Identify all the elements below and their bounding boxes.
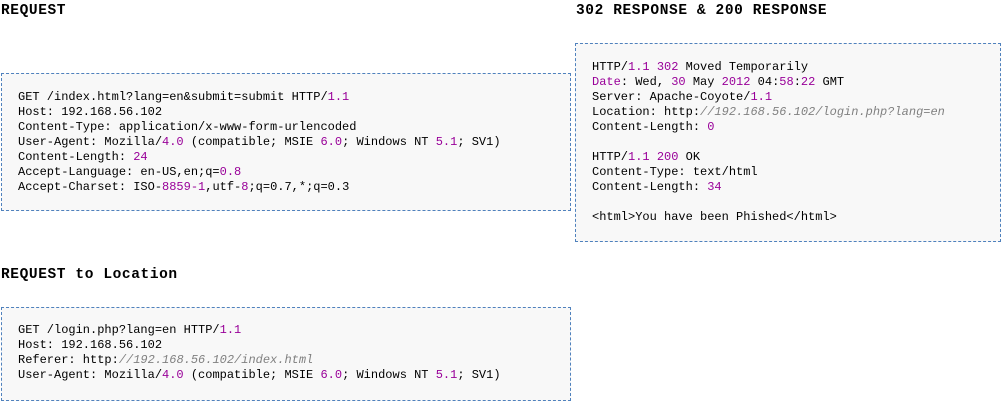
- code-number-token: 6.0: [320, 135, 343, 149]
- code-text-token: 04: [750, 75, 773, 89]
- code-number-token: 1.1: [327, 90, 350, 104]
- code-text-token: Referer: http:: [18, 353, 119, 367]
- code-line: HTTP/1.1 200 OK: [592, 150, 1000, 165]
- code-text-token: ; Windows NT: [342, 135, 436, 149]
- code-line: User-Agent: Mozilla/4.0 (compatible; MSI…: [18, 135, 570, 150]
- code-text-token: GMT: [815, 75, 845, 89]
- code-line: Content-Length: 0: [592, 120, 1000, 135]
- code-number-token: 1.1: [628, 150, 650, 164]
- code-text-token: (compatible; MSIE: [183, 135, 321, 149]
- code-line: GET /index.html?lang=en&submit=submit HT…: [18, 90, 570, 105]
- code-text-token: Host: 192.168.56.102: [18, 105, 163, 119]
- code-number-token: 34: [707, 180, 722, 194]
- code-text-token: Content-Length:: [592, 120, 708, 134]
- code-text-token: Content-Type: application/x-www-form-url…: [18, 120, 357, 134]
- code-text-token: ; SV1): [457, 368, 501, 382]
- code-line: Content-Type: text/html: [592, 165, 1000, 180]
- code-number-token: 0: [707, 120, 715, 134]
- code-text-token: ; Windows NT: [342, 368, 436, 382]
- code-line: Content-Type: application/x-www-form-url…: [18, 120, 570, 135]
- location-request-heading: REQUEST to Location: [1, 267, 178, 283]
- code-number-token: 1.1: [750, 90, 773, 104]
- code-line: <html>You have been Phished</html>: [592, 210, 1000, 225]
- code-text-token: (compatible; MSIE: [183, 368, 321, 382]
- code-line: Accept-Language: en-US,en;q=0.8: [18, 165, 570, 180]
- code-line: Server: Apache-Coyote/1.1: [592, 90, 1000, 105]
- code-text-token: Location: http:: [592, 105, 701, 119]
- code-number-token: Date: [592, 75, 621, 89]
- code-text-token: ; SV1): [457, 135, 501, 149]
- response-heading: 302 RESPONSE & 200 RESPONSE: [576, 3, 828, 19]
- request-code-block: GET /index.html?lang=en&submit=submit HT…: [1, 73, 571, 211]
- code-text-token: : Wed,: [620, 75, 672, 89]
- code-number-token: 58: [779, 75, 794, 89]
- code-comment-token: //192.168.56.102/index.html: [118, 353, 314, 367]
- code-number-token: 4.0: [162, 368, 184, 382]
- code-line: Host: 192.168.56.102: [18, 338, 570, 353]
- code-text-token: Content-Length:: [18, 150, 134, 164]
- response-code-block: HTTP/1.1 302 Moved Temporarily Date: Wed,…: [575, 43, 1001, 242]
- code-line: GET /login.php?lang=en HTTP/1.1: [18, 323, 570, 338]
- code-line: Content-Length: 24: [18, 150, 570, 165]
- code-number-token: 1.1: [628, 60, 650, 74]
- code-text-token: ,utf-: [205, 180, 242, 194]
- code-number-token: 24: [133, 150, 148, 164]
- code-line: User-Agent: Mozilla/4.0 (compatible; MSI…: [18, 368, 570, 383]
- code-number-token: 200: [656, 150, 679, 164]
- code-number-token: 2012: [721, 75, 751, 89]
- code-number-token: 302: [656, 60, 679, 74]
- code-number-token: 5.1: [435, 368, 458, 382]
- code-text-token: Accept-Language: en-US,en;q=: [18, 165, 220, 179]
- code-number-token: 0.8: [219, 165, 242, 179]
- code-text-token: <html>You have been Phished</html>: [592, 210, 837, 224]
- code-line: Content-Length: 34: [592, 180, 1000, 195]
- code-text-token: ;q=0.7,*;q=0.3: [248, 180, 350, 194]
- code-number-token: 5.1: [435, 135, 458, 149]
- code-line: HTTP/1.1 302 Moved Temporarily: [592, 60, 1000, 75]
- code-text-token: HTTP/: [592, 60, 629, 74]
- code-line: Date: Wed, 30 May 2012 04:58:22 GMT: [592, 75, 1000, 90]
- code-line: Accept-Charset: ISO-8859-1,utf-8;q=0.7,*…: [18, 180, 570, 195]
- location-request-code-block: GET /login.php?lang=en HTTP/1.1 Host: 192…: [1, 307, 571, 401]
- code-text-token: Accept-Charset: ISO-: [18, 180, 163, 194]
- code-number-token: 4.0: [162, 135, 184, 149]
- code-number-token: 22: [800, 75, 816, 89]
- code-text-token: Moved Temporarily: [678, 60, 809, 74]
- code-text-token: User-Agent: Mozilla/: [18, 135, 163, 149]
- code-text-token: :: [793, 75, 801, 89]
- code-comment-token: //192.168.56.102/login.php?lang=en: [700, 105, 945, 119]
- code-text-token: OK: [678, 150, 701, 164]
- code-text-token: HTTP/: [592, 150, 629, 164]
- code-text-token: Content-Type: text/html: [592, 165, 758, 179]
- code-text-token: User-Agent: Mozilla/: [18, 368, 163, 382]
- code-text-token: Server: Apache-Coyote/: [592, 90, 751, 104]
- code-line: Host: 192.168.56.102: [18, 105, 570, 120]
- code-text-token: GET /login.php?lang=en HTTP/: [18, 323, 220, 337]
- code-line: Location: http://192.168.56.102/login.ph…: [592, 105, 1000, 120]
- code-text-token: Content-Length:: [592, 180, 708, 194]
- code-number-token: 8859-1: [162, 180, 206, 194]
- request-heading: REQUEST: [1, 3, 67, 19]
- code-text-token: GET /index.html?lang=en&submit=submit HT…: [18, 90, 328, 104]
- code-text-token: Host: 192.168.56.102: [18, 338, 163, 352]
- code-number-token: 30: [671, 75, 686, 89]
- code-line: Referer: http://192.168.56.102/index.htm…: [18, 353, 570, 368]
- code-text-token: May: [685, 75, 722, 89]
- code-number-token: 6.0: [320, 368, 343, 382]
- code-number-token: 1.1: [219, 323, 242, 337]
